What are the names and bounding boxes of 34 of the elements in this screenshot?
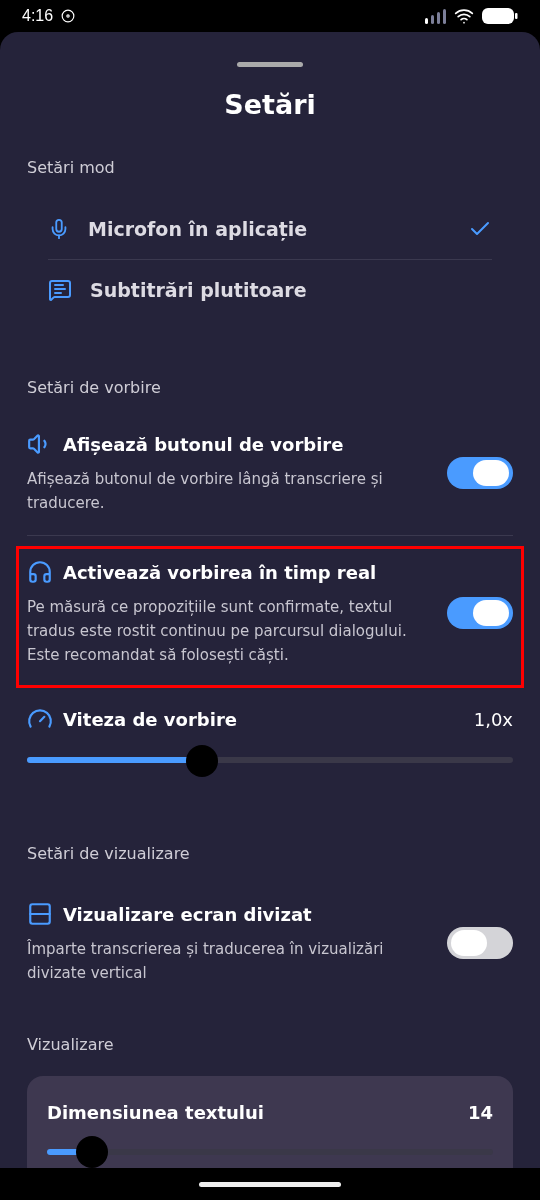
section-heading: Setări de vorbire — [27, 378, 162, 398]
notification-icon — [61, 9, 76, 23]
setting-title: Viteza de vorbire — [63, 708, 237, 730]
captions-icon — [48, 278, 72, 303]
setting-title: Afișează butonul de vorbire — [63, 433, 344, 455]
slider-thumb[interactable] — [75, 1136, 108, 1168]
home-indicator[interactable] — [199, 1181, 341, 1187]
setting-description: Pe măsură ce propozițiile sunt confirmate, textul tradus este rostit continuu pe parcursul dialogului. Este recomandat să folosești căști. — [27, 597, 408, 667]
section-heading: Setări mod — [27, 158, 116, 178]
setting-title: Activează vorbirea în timp real — [63, 561, 377, 583]
toggle-switch[interactable] — [447, 927, 513, 959]
signal-icon — [424, 8, 446, 24]
setting-title: Vizualizare ecran divizat — [63, 903, 312, 925]
section-heading: Setări de vizualizare — [27, 844, 191, 863]
setting-description: Împarte transcrierea și traducerea în vizualizări divizate vertical — [27, 938, 385, 984]
speed-value: 1,0x — [473, 708, 513, 730]
toggle-switch[interactable] — [447, 457, 513, 490]
slider[interactable] — [27, 745, 513, 774]
text-size-value: 14 — [467, 1102, 493, 1123]
battery-icon — [482, 7, 518, 25]
wifi-icon — [454, 6, 474, 26]
status-time: 4:16 — [22, 7, 54, 25]
setting-description: Afișează butonul de vorbire lângă transcriere și traducere. — [27, 469, 384, 515]
mode-option[interactable]: Microfon în aplicație — [48, 199, 492, 261]
drag-handle[interactable] — [237, 62, 303, 68]
split-view-icon — [27, 901, 53, 927]
slider-thumb[interactable] — [185, 745, 218, 778]
sheet-title: Setări — [223, 89, 317, 121]
mode-option[interactable]: Subtitrări plutitoare — [48, 260, 492, 321]
section-heading: Vizualizare — [27, 1035, 115, 1054]
setting-title: Dimensiunea textului — [47, 1102, 265, 1123]
slider[interactable] — [47, 1136, 493, 1168]
toggle-switch[interactable] — [447, 597, 513, 630]
headphones-icon — [27, 559, 53, 586]
